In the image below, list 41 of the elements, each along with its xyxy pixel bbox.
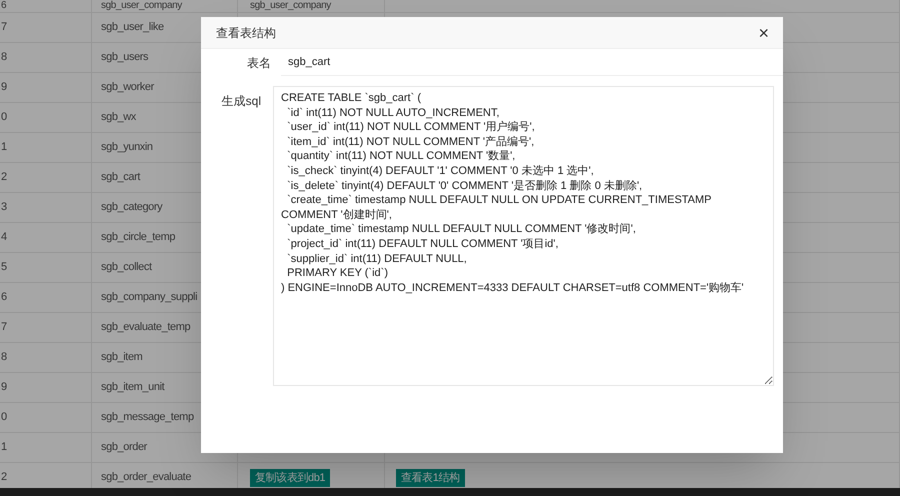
table-cell-text: sgb_circle_temp — [101, 230, 176, 246]
table-cell-text: sgb_evaluate_temp — [101, 320, 190, 336]
table-cell-text: 7 — [1, 20, 7, 36]
table-cell-text: sgb_collect — [101, 260, 152, 276]
table-cell-text: 5 — [1, 260, 7, 276]
table-cell-text: 1 — [1, 140, 7, 156]
table-cell-text: sgb_cart — [101, 170, 140, 186]
input-field[interactable]: sgb_cart — [281, 49, 783, 76]
table-cell-text: sgb_user_like — [101, 20, 164, 36]
table-cell-text: 1 — [1, 440, 7, 456]
sql-textarea[interactable]: CREATE TABLE `sgb_cart` ( `id` int(11) NOT NULL AUTO_INCREMENT, `user_id` int(11) NOT NULL COMMENT '用户编号', `item_id` int(11) NOT NULL COMMENT '产品编号', `quantity` int(11) NOT NULL COMMENT '数量', `is_check` tinyint(4) DEFAULT '1' COMMENT '0 未选中 1 选中', `is_delete` tinyint(4) DEFAULT '0' COMMENT '是否删除 1 删除 0 未删除', `create_time` timestamp NULL DEFAULT NULL ON UPDATE CURRENT_TIMESTAMP COMMENT '创建时间', `update_time` timestamp NULL DEFAULT NULL COMMENT '修改时间', `project_id` int(11) DEFAULT NULL COMMENT '项目id', `supplier_id` int(11) DEFAULT NULL, PRIMARY KEY (`id`) ) ENGINE=InnoDB AUTO_INCREMENT=4333 DEFAULT CHARSET=utf8 COMMENT='购物车' — [273, 86, 774, 386]
table-cell-text: sgb_wx — [101, 110, 136, 126]
table-cell: 6 — [1, 0, 6, 12]
close-button[interactable]: × — [754, 24, 773, 42]
table-cell: sgb_user_company — [250, 0, 331, 12]
table-cell-text: 0 — [1, 110, 7, 126]
table-cell-text: 0 — [1, 410, 7, 426]
table-cell: sgb_user_company — [101, 0, 182, 12]
table-cell-text: sgb_order — [101, 440, 147, 456]
table-cell-text: 6 — [1, 290, 7, 306]
table-cell-text: sgb_users — [101, 50, 148, 66]
table-cell-text: sgb_message_temp — [101, 410, 194, 426]
table-cell-text: 3 — [1, 200, 7, 216]
table-cell-text: 9 — [1, 80, 7, 96]
table-cell-text: sgb_yunxin — [101, 140, 153, 156]
table-cell-text: 2 — [1, 470, 7, 486]
dialog-title: 查看表结构 — [216, 24, 276, 42]
table-cell-text: 8 — [1, 350, 7, 366]
table-cell-text: 4 — [1, 230, 7, 246]
table-cell-text: sgb_category — [101, 200, 162, 216]
field-label: 表名 — [246, 54, 272, 72]
table-cell-text: sgb_order_evaluate — [101, 470, 192, 486]
table-cell-text: 2 — [1, 170, 7, 186]
table-cell-text: sgb_worker — [101, 80, 154, 96]
table-cell-text: sgb_item_unit — [101, 380, 164, 396]
table-cell-text: sgb_company_suppli — [101, 290, 198, 306]
table-cell-text: 7 — [1, 320, 7, 336]
table-cell-text: 8 — [1, 50, 7, 66]
table-cell-text: sgb_item — [101, 350, 142, 366]
field-label: 生成sql — [220, 93, 262, 110]
table-cell-text: 9 — [1, 380, 7, 396]
